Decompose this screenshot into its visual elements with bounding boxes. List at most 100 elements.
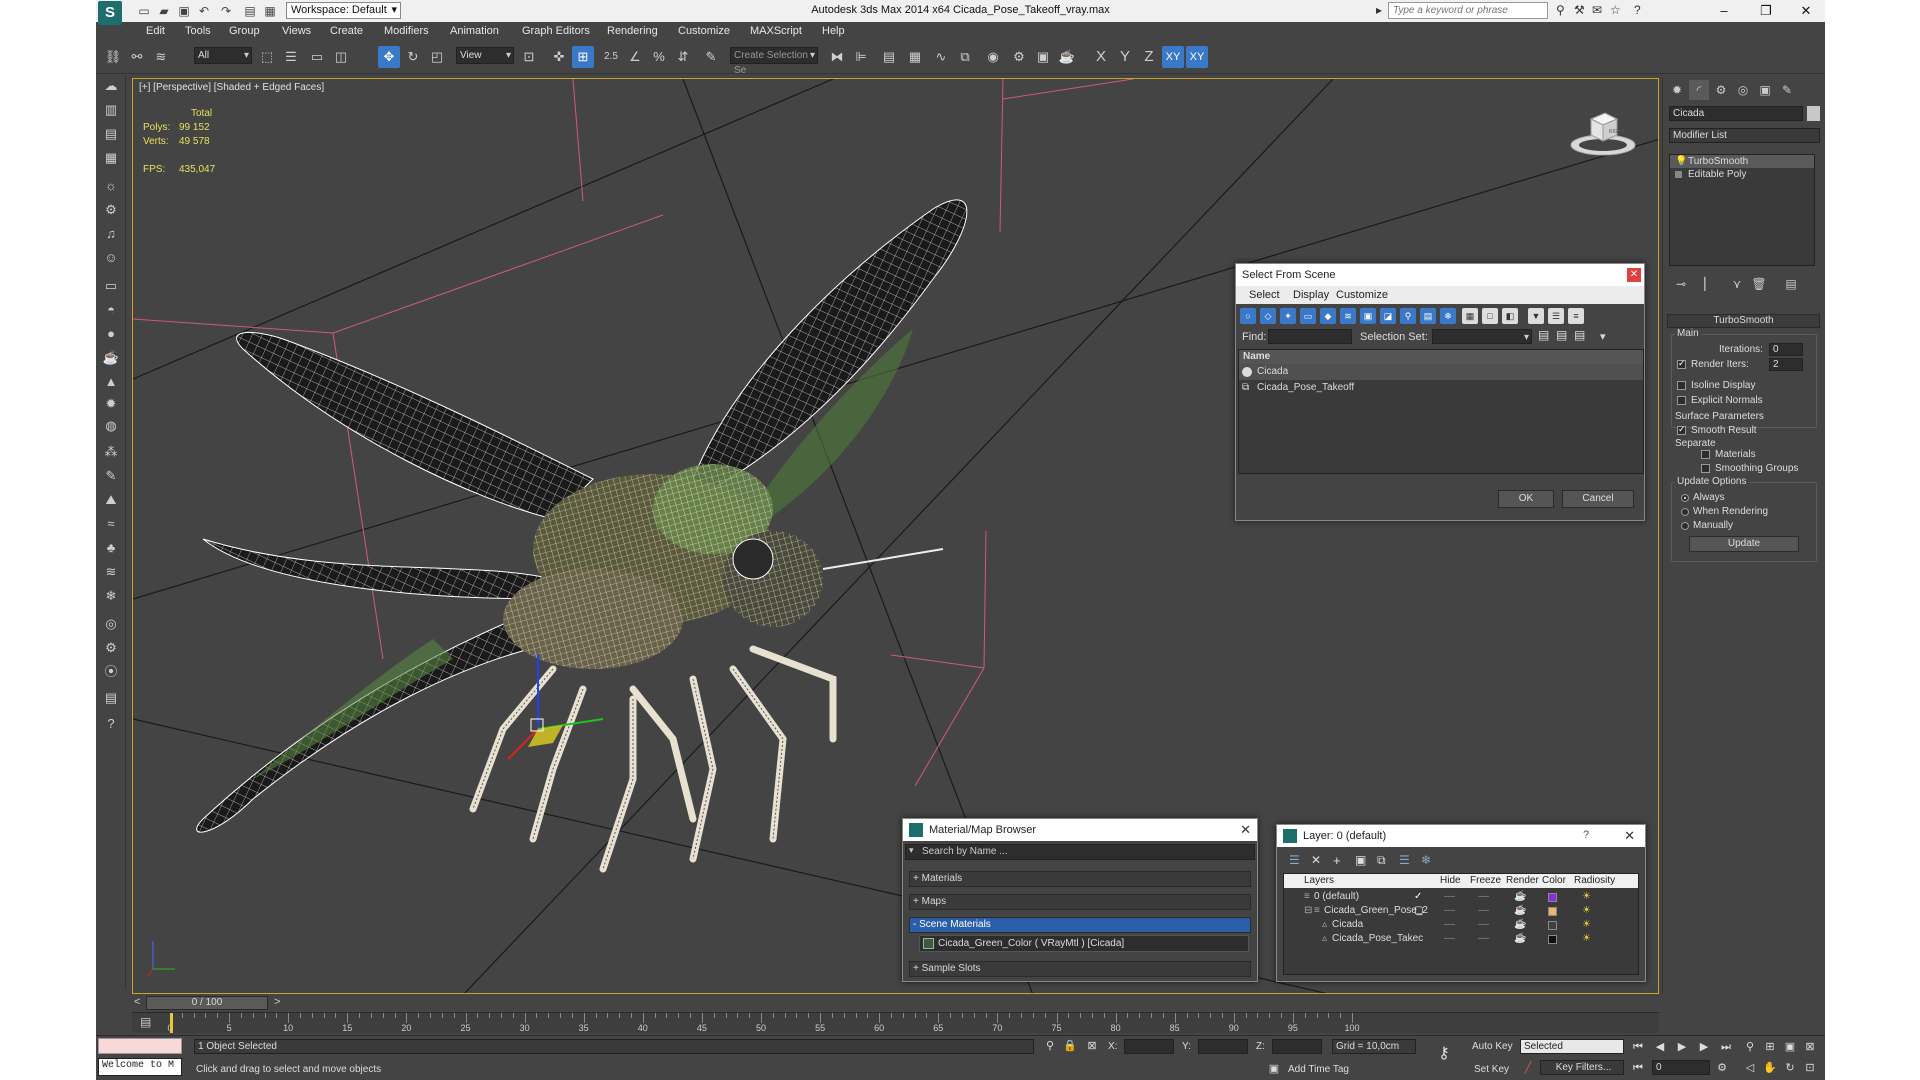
highlight-layer-icon[interactable]: ⧉: [1377, 853, 1386, 868]
mirror-icon[interactable]: ⧓: [826, 46, 848, 68]
container-icon[interactable]: ☁: [100, 75, 122, 97]
section-scene-materials[interactable]: - Scene Materials: [909, 917, 1251, 933]
update-button[interactable]: Update: [1689, 536, 1799, 552]
key-mode-toggle-icon[interactable]: ⏮: [1630, 1060, 1646, 1076]
cone-icon[interactable]: ▲: [100, 371, 122, 393]
selection-set-dropdown[interactable]: [1432, 329, 1532, 345]
display-geometry-icon[interactable]: ○: [1240, 308, 1256, 324]
radiosity-icon[interactable]: ☀: [1582, 918, 1591, 932]
display-helpers-icon[interactable]: ◆: [1320, 308, 1336, 324]
name-column-header[interactable]: Name: [1239, 350, 1643, 364]
select-rotate-icon[interactable]: ↻: [402, 46, 424, 68]
lights-cameras-icon[interactable]: ▥: [100, 99, 122, 121]
render-production-icon[interactable]: ☕: [1056, 46, 1078, 68]
select-by-name-icon[interactable]: ☰: [280, 46, 302, 68]
isoline-checkbox[interactable]: [1677, 381, 1686, 390]
stack-item-editable-poly[interactable]: Editable Poly: [1670, 168, 1814, 181]
section-maps[interactable]: + Maps: [909, 894, 1251, 910]
selset-remove-icon[interactable]: ▤: [1556, 328, 1567, 342]
scene-item-cicada[interactable]: Cicada: [1239, 364, 1643, 380]
schematic-view-icon[interactable]: ⧉: [954, 46, 976, 68]
people-icon[interactable]: ☺: [100, 247, 122, 269]
selection-filter-dropdown[interactable]: All: [194, 47, 252, 64]
viewport-nav-icon[interactable]: ⦿: [100, 661, 122, 683]
window-crossing-icon[interactable]: ◫: [330, 46, 352, 68]
create-tab-icon[interactable]: ✹: [1667, 80, 1687, 100]
menu-help[interactable]: Help: [822, 25, 845, 37]
smoothing-groups-checkbox[interactable]: [1701, 464, 1710, 473]
time-prev-icon[interactable]: <: [134, 996, 140, 1008]
ok-button[interactable]: OK: [1498, 490, 1554, 508]
hide-toggle[interactable]: ‒‒: [1444, 918, 1455, 932]
menu-edit[interactable]: Edit: [146, 25, 165, 37]
select-menu-select[interactable]: Select: [1249, 289, 1280, 301]
go-to-end-icon[interactable]: ⏭: [1718, 1039, 1734, 1055]
key-filters-button[interactable]: Key Filters...: [1540, 1060, 1624, 1075]
time-slider[interactable]: < 0 / 100 >: [132, 995, 1659, 1011]
render-teapot-icon[interactable]: ☕: [1514, 904, 1526, 918]
filter-list-icon[interactable]: ☰: [1548, 308, 1564, 324]
align-icon[interactable]: ⊫: [850, 46, 872, 68]
select-object-icon[interactable]: ⬚: [256, 46, 278, 68]
link-icon[interactable]: ⛓: [102, 46, 124, 68]
snaps-toggle-icon[interactable]: 2.5: [600, 46, 622, 68]
col-render[interactable]: Render: [1506, 874, 1539, 888]
undo-icon[interactable]: ↶: [196, 3, 212, 19]
motion-tab-icon[interactable]: ◎: [1733, 80, 1753, 100]
edit-named-sel-icon[interactable]: ✎: [700, 46, 722, 68]
materials-checkbox[interactable]: [1701, 450, 1710, 459]
next-frame-icon[interactable]: ▶: [1696, 1039, 1712, 1055]
layer-manager-icon[interactable]: ▤: [878, 46, 900, 68]
zoom-extents-icon[interactable]: ▣: [1782, 1039, 1798, 1055]
sound-icon[interactable]: ♫: [100, 223, 122, 245]
layer-color-swatch[interactable]: [1548, 921, 1557, 930]
object-name-field[interactable]: Cicada: [1669, 106, 1803, 121]
default-in-out-tangent-icon[interactable]: ╱: [1520, 1060, 1536, 1076]
menu-animation[interactable]: Animation: [450, 25, 499, 37]
object-color-swatch[interactable]: [1807, 106, 1820, 121]
viewport-label[interactable]: [+] [Perspective] [Shaded + Edged Faces]: [139, 82, 324, 93]
hide-toggle[interactable]: ‒‒: [1444, 890, 1455, 904]
manually-radio[interactable]: [1681, 522, 1689, 530]
favorites-star-icon[interactable]: ☆: [1610, 3, 1621, 17]
light-bulb-icon[interactable]: ☼: [100, 175, 122, 197]
menu-graph-editors[interactable]: Graph Editors: [522, 25, 590, 37]
axis-x-button[interactable]: X: [1090, 46, 1112, 68]
scene-item-cicada-pose[interactable]: ⧉ Cicada_Pose_Takeoff: [1239, 380, 1643, 396]
redo-icon[interactable]: ↷: [218, 3, 234, 19]
col-hide[interactable]: Hide: [1440, 874, 1461, 888]
new-file-icon[interactable]: ▭: [136, 3, 152, 19]
iterations-spinner[interactable]: 0: [1769, 343, 1803, 356]
display-bones-icon[interactable]: ⚲: [1400, 308, 1416, 324]
help-search-input[interactable]: [1388, 2, 1548, 19]
paint-icon[interactable]: ✎: [100, 465, 122, 487]
snow-icon[interactable]: ❄: [100, 585, 122, 607]
maximize-button[interactable]: ❐: [1746, 0, 1786, 22]
delete-layer-icon[interactable]: ✕: [1311, 853, 1321, 867]
show-end-result-icon[interactable]: ▏: [1699, 274, 1719, 294]
open-file-icon[interactable]: ▰: [156, 3, 172, 19]
render-teapot-icon[interactable]: ☕: [1514, 890, 1526, 904]
wave-icon[interactable]: ≈: [100, 513, 122, 535]
radiosity-icon[interactable]: ☀: [1582, 932, 1591, 946]
time-next-icon[interactable]: >: [274, 996, 280, 1008]
select-move-icon[interactable]: ✥: [378, 46, 400, 68]
communication-center-icon[interactable]: ✉: [1592, 3, 1602, 17]
select-invert-icon[interactable]: ◧: [1502, 308, 1518, 324]
col-radiosity[interactable]: Radiosity: [1574, 874, 1615, 888]
freeze-toggle[interactable]: ‒‒: [1478, 904, 1489, 918]
light-sphere-icon[interactable]: ◍: [100, 415, 122, 437]
when-rendering-radio[interactable]: [1681, 508, 1689, 516]
always-radio[interactable]: [1681, 494, 1689, 502]
display-spacewarps-icon[interactable]: ≋: [1340, 308, 1356, 324]
box-primitive-icon[interactable]: ▭: [100, 275, 122, 297]
find-input[interactable]: [1268, 329, 1352, 344]
z-coord-field[interactable]: [1272, 1039, 1322, 1054]
binoculars-icon[interactable]: ⚲: [1556, 3, 1565, 17]
field-of-view-icon[interactable]: ◁: [1742, 1060, 1758, 1076]
current-layer-icon[interactable]: ▢: [1414, 904, 1423, 918]
workspace-dropdown[interactable]: Workspace: Default: [286, 2, 401, 19]
named-selection-dropdown[interactable]: Create Selection Se: [730, 47, 818, 76]
sheet-icon[interactable]: ▤: [100, 687, 122, 709]
add-time-tag-label[interactable]: Add Time Tag: [1288, 1064, 1349, 1075]
